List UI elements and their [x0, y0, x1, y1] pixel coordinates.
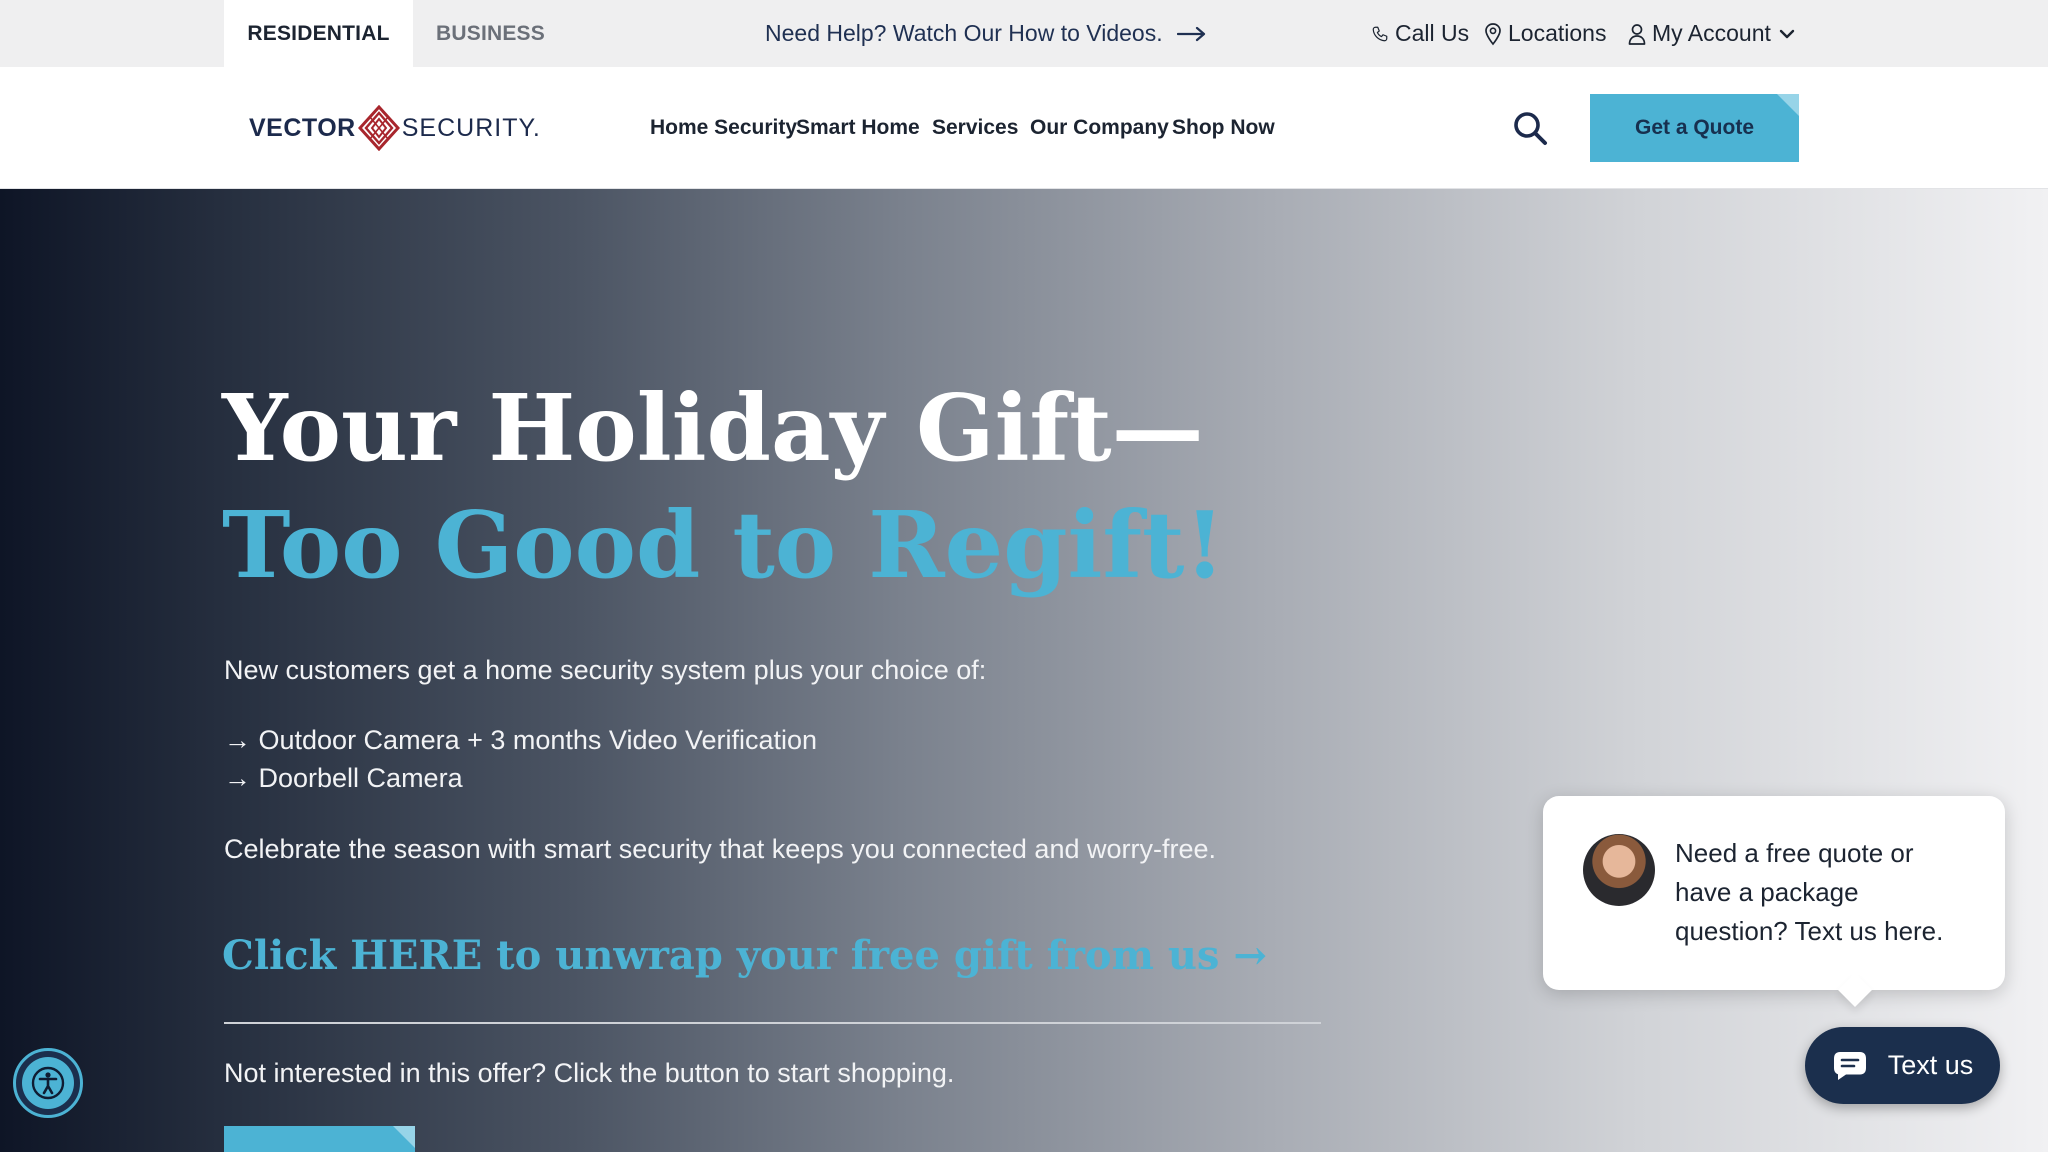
chevron-down-icon	[1779, 29, 1795, 38]
chat-prompt-bubble[interactable]: Need a free quote or have a package ques…	[1543, 796, 2005, 1007]
location-pin-icon	[1485, 22, 1501, 45]
nav-shop-now[interactable]: Shop Now	[1172, 67, 1275, 189]
arrow-right-icon	[1176, 26, 1205, 41]
accessibility-button[interactable]	[13, 1048, 83, 1118]
phone-icon	[1372, 26, 1388, 41]
logo-text-security: SECURITY.	[401, 113, 541, 142]
unwrap-gift-link[interactable]: Click HERE to unwrap your free gift from…	[222, 932, 1267, 979]
hero-options-list: → Outdoor Camera + 3 months Video Verifi…	[224, 721, 817, 797]
search-button[interactable]	[1512, 110, 1548, 146]
call-us-label: Call Us	[1395, 20, 1470, 46]
nav-services[interactable]: Services	[932, 67, 1018, 189]
help-videos-link[interactable]: Need Help? Watch Our How to Videos.	[765, 0, 1207, 67]
tab-business[interactable]: BUSINESS	[413, 0, 568, 67]
call-us-link[interactable]: Call Us	[1371, 0, 1469, 67]
accessibility-icon	[31, 1066, 65, 1100]
search-icon	[1514, 112, 1547, 145]
not-interested-text: Not interested in this offer? Click the …	[224, 1058, 955, 1088]
vector-security-logo[interactable]: VECTOR SECURITY.	[249, 103, 541, 153]
nav-our-company[interactable]: Our Company	[1030, 67, 1169, 189]
utility-bar: RESIDENTIAL BUSINESS Need Help? Watch Ou…	[0, 0, 2048, 67]
hero-title: Your Holiday Gift—Too Good to Regift!	[222, 370, 1322, 604]
text-us-label: Text us	[1887, 1050, 1974, 1080]
list-item: → Outdoor Camera + 3 months Video Verifi…	[224, 725, 818, 755]
text-us-button[interactable]: Text us	[1805, 1027, 2000, 1104]
main-navigation: VECTOR SECURITY. Home Security Smart Hom…	[0, 67, 2048, 189]
list-item: → Doorbell Camera	[224, 763, 463, 793]
my-account-menu[interactable]: My Account	[1628, 0, 1795, 67]
hero-celebrate-text: Celebrate the season with smart security…	[224, 834, 1216, 864]
locations-link[interactable]: Locations	[1484, 0, 1606, 67]
chat-icon	[1833, 1051, 1866, 1080]
button-corner-accent	[1777, 94, 1799, 116]
hero-intro-text: New customers get a home security system…	[224, 655, 987, 685]
button-corner-accent	[393, 1126, 415, 1148]
logo-text-vector: VECTOR	[249, 113, 356, 142]
user-icon	[1628, 23, 1646, 45]
divider	[224, 1022, 1321, 1024]
accessibility-icon-bg	[22, 1057, 74, 1109]
tab-residential[interactable]: RESIDENTIAL	[224, 0, 413, 67]
get-a-quote-button[interactable]: Get a Quote	[1590, 94, 1799, 162]
locations-label: Locations	[1508, 20, 1607, 46]
logo-diamond-icon	[357, 105, 400, 151]
hero-title-part1: Your Holiday Gift—	[222, 374, 1204, 482]
get-a-quote-label: Get a Quote	[1634, 116, 1755, 139]
start-shopping-button[interactable]	[224, 1126, 415, 1152]
agent-avatar	[1583, 834, 1655, 906]
nav-smart-home[interactable]: Smart Home	[796, 67, 920, 189]
hero-title-part2: Too Good to Regift!	[222, 491, 1225, 599]
chat-prompt-text: Need a free quote or have a package ques…	[1675, 838, 1944, 946]
help-videos-label: Need Help? Watch Our How to Videos.	[765, 20, 1163, 46]
my-account-label: My Account	[1652, 20, 1771, 46]
nav-home-security[interactable]: Home Security	[650, 67, 797, 189]
